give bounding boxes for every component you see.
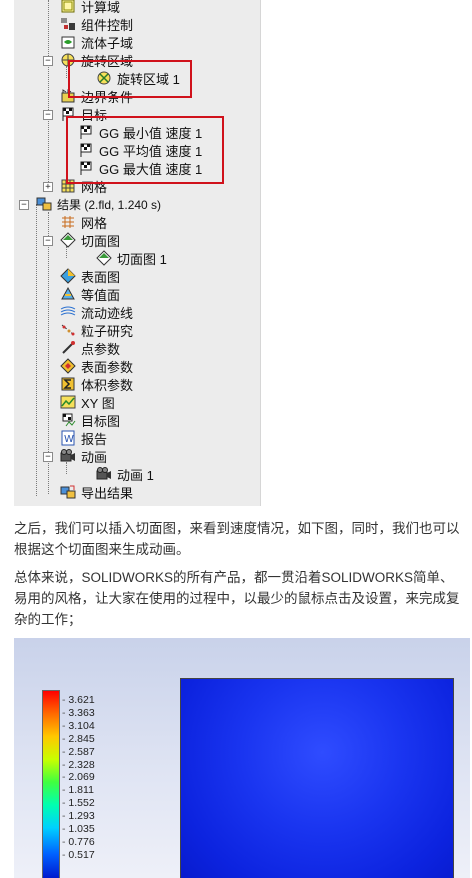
flow-trajectory-icon bbox=[60, 304, 76, 320]
results-icon bbox=[36, 196, 52, 212]
xy-plot-icon bbox=[60, 394, 76, 410]
tree-item-surface-plots[interactable]: 表面图 bbox=[60, 267, 120, 285]
tree-item-volume-parameters[interactable]: 体积参数 bbox=[60, 375, 133, 393]
legend-value-label: 3.104 bbox=[62, 720, 94, 732]
velocity-field-cut-plot bbox=[180, 678, 454, 878]
tree-item-surface-parameters[interactable]: 表面参数 bbox=[60, 357, 133, 375]
tree-connector bbox=[48, 0, 49, 190]
velocity-legend-colorbar bbox=[42, 690, 60, 878]
tree-item-cut-plot-1[interactable]: 切面图 1 bbox=[96, 249, 167, 267]
collapse-toggle[interactable]: − bbox=[43, 452, 53, 462]
animation-camera-icon bbox=[96, 466, 112, 482]
legend-value-label: 1.035 bbox=[62, 823, 94, 835]
collapse-toggle[interactable]: − bbox=[43, 110, 53, 120]
mesh-icon bbox=[60, 214, 76, 230]
highlight-box-rotating-region bbox=[68, 60, 192, 98]
tree-item-xy-plots[interactable]: XY 图 bbox=[60, 393, 115, 411]
tree-item-fluid-subdomain[interactable]: 流体子域 bbox=[60, 33, 133, 51]
probe-icon bbox=[60, 340, 76, 356]
article-paragraph: 之后，我们可以插入切面图，来看到速度情况，如下图，同时，我们也可以根据这个切面图… bbox=[14, 521, 460, 557]
goal-plot-icon bbox=[60, 412, 76, 428]
legend-value-label: 2.069 bbox=[62, 771, 94, 783]
word-document-icon: W bbox=[60, 430, 76, 446]
surface-parameter-icon bbox=[60, 358, 76, 374]
legend-value-label: 1.552 bbox=[62, 797, 94, 809]
tree-connector bbox=[36, 204, 37, 496]
collapse-toggle[interactable]: − bbox=[43, 236, 53, 246]
export-results-icon bbox=[60, 484, 76, 500]
feature-tree-panel: − − + − − − 计算域 组件控制 流体子域 旋转区域 旋转区域 1 边界… bbox=[14, 0, 261, 506]
cut-plot-icon bbox=[60, 232, 76, 248]
tree-item-export-results[interactable]: 导出结果 bbox=[60, 483, 133, 501]
article-paragraph: 总体来说，SOLIDWORKS的所有产品，都一贯沿着SOLIDWORKS简单、易… bbox=[14, 570, 460, 627]
collapse-toggle[interactable]: − bbox=[43, 56, 53, 66]
legend-value-label: 3.363 bbox=[62, 707, 94, 719]
legend-value-label: 2.587 bbox=[62, 746, 94, 758]
tree-item-cut-plots[interactable]: 切面图 bbox=[60, 231, 120, 249]
tree-item-particle-study[interactable]: 粒子研究 bbox=[60, 321, 133, 339]
legend-value-label: 0.517 bbox=[62, 849, 94, 861]
tree-item-animation-1[interactable]: 动画 1 bbox=[96, 465, 154, 483]
surface-plot-icon bbox=[60, 268, 76, 284]
expand-toggle[interactable]: + bbox=[43, 182, 53, 192]
tree-item-results[interactable]: 结果 (2.fld, 1.240 s) bbox=[36, 195, 161, 213]
tree-item-report[interactable]: W 报告 bbox=[60, 429, 107, 447]
highlight-box-goals bbox=[66, 116, 224, 184]
legend-value-label: 2.845 bbox=[62, 733, 94, 745]
cut-plot-icon bbox=[96, 250, 112, 266]
legend-value-label: 1.293 bbox=[62, 810, 94, 822]
isosurface-icon bbox=[60, 286, 76, 302]
particle-icon bbox=[60, 322, 76, 338]
tree-item-isosurfaces[interactable]: 等值面 bbox=[60, 285, 120, 303]
legend-value-label: 0.776 bbox=[62, 836, 94, 848]
volume-sigma-icon bbox=[60, 376, 76, 392]
tree-item-goal-plots[interactable]: 目标图 bbox=[60, 411, 120, 429]
fluid-subdomain-icon bbox=[60, 34, 76, 50]
legend-value-label: 2.328 bbox=[62, 759, 94, 771]
svg-text:W: W bbox=[64, 434, 74, 445]
tree-item-component-control[interactable]: 组件控制 bbox=[60, 15, 133, 33]
animation-camera-icon bbox=[60, 448, 76, 464]
legend-value-label: 1.811 bbox=[62, 784, 94, 796]
collapse-toggle[interactable]: − bbox=[19, 200, 29, 210]
legend-value-label: 3.621 bbox=[62, 694, 94, 706]
tree-item-point-parameters[interactable]: 点参数 bbox=[60, 339, 120, 357]
domain-box-icon bbox=[60, 0, 76, 14]
tree-item-flow-trajectories[interactable]: 流动迹线 bbox=[60, 303, 133, 321]
component-icon bbox=[60, 16, 76, 32]
tree-item-computational-domain[interactable]: 计算域 bbox=[60, 0, 120, 15]
tree-item-animations[interactable]: 动画 bbox=[60, 447, 107, 465]
cut-plot-result-view: 3.6213.3633.1042.8452.5872.3282.0691.811… bbox=[14, 638, 470, 878]
tree-item-results-mesh[interactable]: 网格 bbox=[60, 213, 107, 231]
